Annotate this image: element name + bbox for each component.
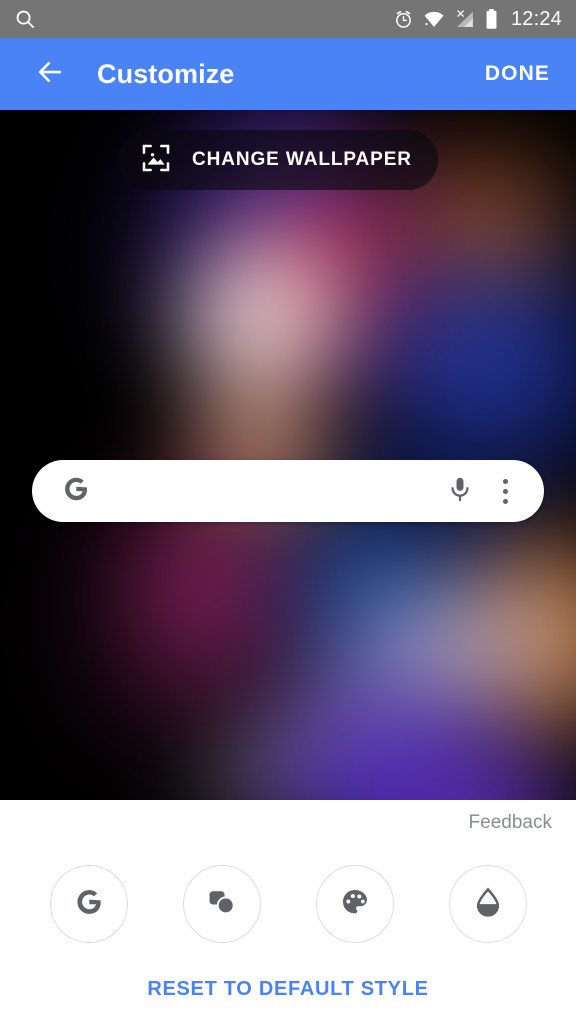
done-button[interactable]: DONE (483, 54, 552, 94)
feedback-link[interactable]: Feedback (469, 812, 552, 834)
cellular-no-sim-icon (454, 9, 476, 30)
back-button[interactable] (28, 52, 72, 96)
style-option-tint[interactable] (448, 865, 527, 943)
search-icon[interactable] (14, 8, 37, 31)
wallpaper-preview[interactable]: CHANGE WALLPAPER (0, 110, 576, 800)
customize-screen: 12:24 Customize DONE CHANGE WALLPAPER Fe… (0, 0, 576, 1024)
style-options-panel: Feedback RESET TO DEFAULT STYLE (0, 800, 576, 1024)
overflow-menu-icon (502, 476, 508, 506)
status-time: 12:24 (510, 7, 562, 30)
style-option-color-palette[interactable] (315, 865, 394, 943)
alarm-clock-icon (393, 9, 414, 30)
reset-to-default-style-button[interactable]: RESET TO DEFAULT STYLE (0, 978, 576, 1001)
google-search-widget[interactable] (32, 460, 544, 522)
search-overflow-button[interactable] (488, 471, 522, 511)
icon-shape-icon (205, 885, 239, 924)
status-bar: 12:24 (0, 0, 576, 38)
status-bar-right: 12:24 (393, 8, 562, 31)
microphone-icon (446, 475, 474, 508)
back-arrow-icon (35, 57, 65, 92)
wallpaper-blur-blobs (0, 110, 576, 800)
change-wallpaper-button[interactable]: CHANGE WALLPAPER (118, 130, 438, 190)
style-options-row (0, 865, 576, 943)
image-frame-icon (140, 142, 172, 179)
status-bar-left (14, 8, 37, 31)
search-input[interactable] (92, 460, 440, 522)
page-title: Customize (97, 58, 235, 89)
water-drop-icon (472, 886, 504, 923)
style-option-icon-shape[interactable] (182, 865, 261, 943)
style-option-google-logo[interactable] (49, 865, 128, 943)
change-wallpaper-label: CHANGE WALLPAPER (192, 149, 412, 170)
google-g-icon (72, 885, 106, 924)
battery-full-icon (485, 8, 498, 30)
wifi-icon (423, 9, 445, 30)
app-toolbar: Customize DONE (0, 38, 576, 110)
voice-search-button[interactable] (440, 471, 480, 511)
palette-icon (339, 886, 371, 923)
wallpaper-image (0, 110, 576, 800)
google-g-icon (60, 473, 92, 510)
